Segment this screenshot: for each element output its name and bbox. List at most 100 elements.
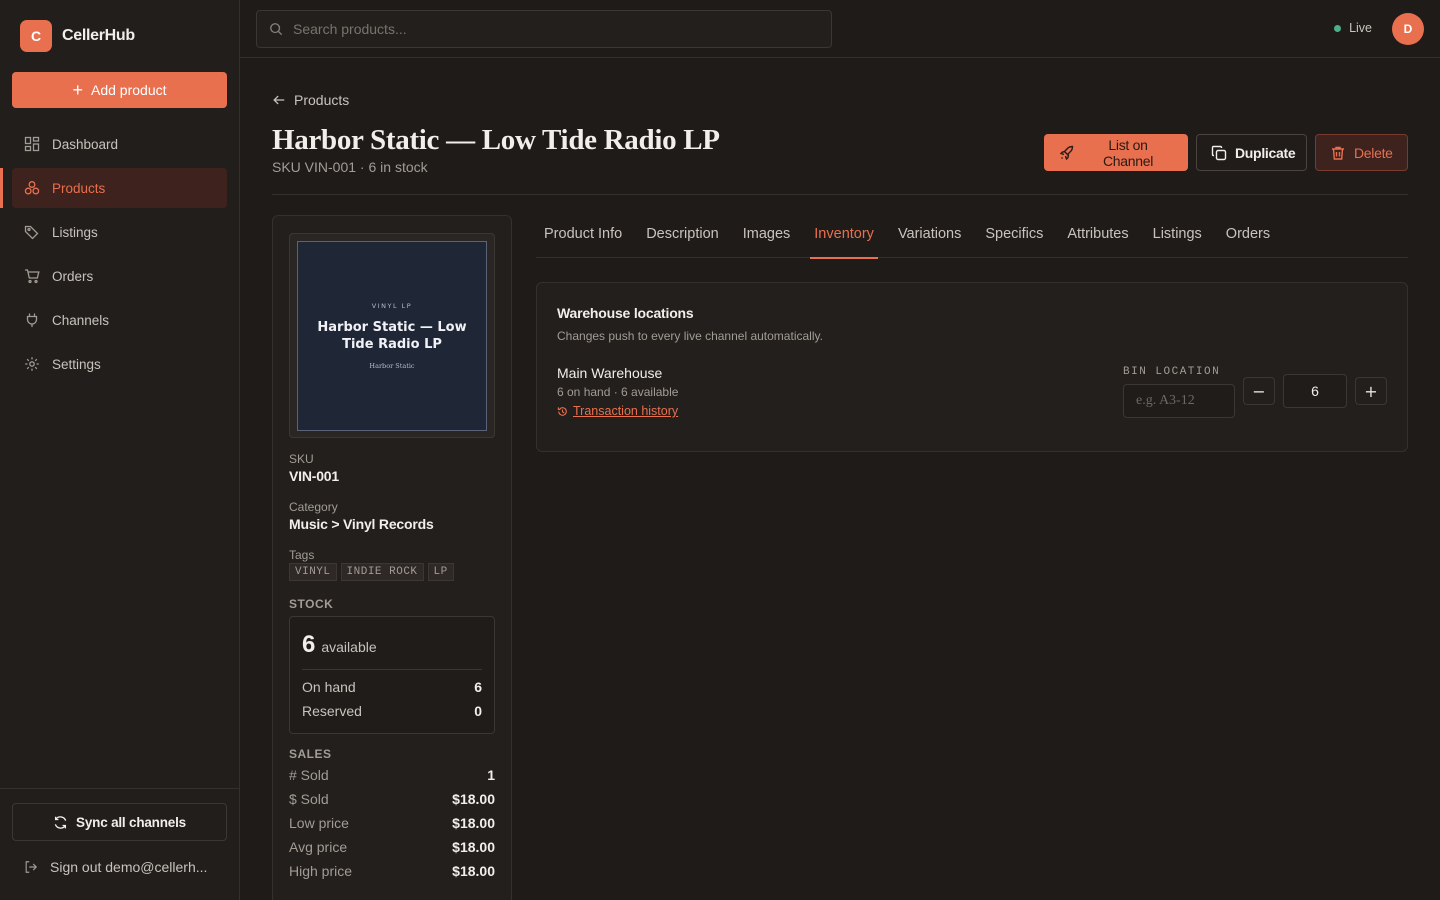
tags-label: Tags — [289, 548, 315, 562]
tab-specifics[interactable]: Specifics — [981, 216, 1047, 258]
sidebar-item-label: Products — [52, 180, 106, 196]
warehouse-name: Main Warehouse — [557, 365, 663, 381]
tab-product-info[interactable]: Product Info — [540, 216, 626, 258]
increment-button[interactable]: + — [1355, 377, 1387, 405]
tag-list: VINYL INDIE ROCK LP — [289, 563, 454, 581]
stock-available: 6 available — [302, 631, 377, 659]
product-tabs: Product Info Description Images Inventor… — [536, 216, 1408, 259]
dashboard-icon — [24, 136, 40, 152]
sales-row: Low price $18.00 — [289, 815, 495, 831]
sales-label: High price — [289, 863, 353, 879]
cart-icon — [25, 269, 40, 284]
duplicate-button[interactable]: Duplicate — [1196, 134, 1307, 171]
cover-title: Harbor Static — Low Tide Radio LP — [317, 320, 467, 352]
cover-kicker: VINYL LP — [371, 302, 413, 311]
search-input[interactable] — [293, 21, 813, 37]
transaction-history-link[interactable]: Transaction history — [557, 404, 678, 418]
quantity-stepper[interactable] — [1283, 374, 1347, 408]
topbar: Live D — [240, 0, 1440, 58]
stock-heading: STOCK — [289, 597, 334, 611]
stock-available-count: 6 — [302, 631, 316, 658]
tag-icon — [24, 225, 39, 240]
header-divider — [272, 194, 1408, 195]
reserved-label: Reserved — [302, 703, 362, 719]
status-label: Live — [1349, 21, 1372, 35]
sidebar-item-orders[interactable]: Orders — [12, 256, 227, 296]
sync-all-button[interactable]: Sync all channels — [12, 803, 227, 841]
category-value: Music > Vinyl Records — [289, 516, 434, 532]
sales-label: Avg price — [289, 839, 348, 855]
refresh-icon — [54, 815, 67, 829]
sidebar-item-label: Orders — [52, 268, 94, 284]
product-image-frame[interactable]: VINYL LP Harbor Static — Low Tide Radio … — [289, 233, 495, 438]
add-product-button[interactable]: + Add product — [12, 72, 227, 108]
duplicate-label: Duplicate — [1235, 144, 1296, 161]
rocket-icon — [1059, 145, 1074, 160]
back-label: Products — [294, 92, 350, 108]
search-icon — [270, 23, 283, 36]
sales-label: # Sold — [289, 767, 329, 783]
sales-row: $ Sold $18.00 — [289, 791, 495, 807]
sales-value: $18.00 — [452, 815, 495, 831]
brand-logo: C — [20, 20, 52, 52]
delete-button[interactable]: Delete — [1315, 134, 1408, 171]
sidebar-item-label: Listings — [52, 224, 98, 240]
sidebar-item-label: Settings — [52, 356, 101, 372]
sales-label: Low price — [289, 815, 349, 831]
product-cover-image: VINYL LP Harbor Static — Low Tide Radio … — [297, 241, 487, 431]
sales-row: Avg price $18.00 — [289, 839, 495, 855]
arrow-left-icon — [273, 95, 285, 105]
sign-out-link[interactable]: Sign out demo@cellerh... — [24, 859, 207, 875]
brand[interactable]: C CellerHub — [20, 20, 135, 52]
avatar[interactable]: D — [1392, 13, 1424, 45]
sales-value: 1 — [487, 767, 495, 783]
gear-icon — [25, 357, 39, 371]
sidebar-item-listings[interactable]: Listings — [12, 212, 227, 252]
stock-available-label: available — [321, 639, 377, 655]
sidebar-item-products[interactable]: Products — [12, 168, 227, 208]
tab-attributes[interactable]: Attributes — [1063, 216, 1132, 258]
stock-reserved-row: Reserved 0 — [302, 703, 482, 719]
sales-row: # Sold 1 — [289, 767, 495, 783]
on-hand-value: 6 — [474, 679, 482, 695]
bin-location-input[interactable] — [1123, 384, 1235, 418]
sidebar-item-settings[interactable]: Settings — [12, 344, 227, 384]
sign-out-icon — [25, 861, 38, 873]
copy-icon — [1211, 145, 1227, 160]
delete-label: Delete — [1354, 144, 1393, 161]
product-summary-card: VINYL LP Harbor Static — Low Tide Radio … — [272, 215, 512, 900]
sign-out-label: Sign out demo@cellerh... — [50, 859, 208, 875]
brand-name: CellerHub — [62, 27, 135, 44]
list-on-channel-label: List on Channel — [1102, 136, 1154, 169]
tab-inventory[interactable]: Inventory — [810, 216, 878, 259]
reserved-value: 0 — [474, 703, 482, 719]
stock-divider — [302, 669, 482, 670]
sidebar-item-dashboard[interactable]: Dashboard — [12, 124, 227, 164]
warehouse-card-subtitle: Changes push to every live channel autom… — [557, 329, 823, 343]
sidebar-item-label: Channels — [52, 312, 110, 328]
plus-icon: + — [72, 80, 83, 100]
search-box[interactable] — [256, 10, 832, 48]
sidebar: C CellerHub + Add product Dashboard Prod… — [0, 0, 240, 900]
tab-description[interactable]: Description — [642, 216, 723, 258]
decrement-button[interactable]: − — [1243, 377, 1275, 405]
sales-heading: SALES — [289, 747, 332, 761]
live-status: Live — [1334, 21, 1372, 35]
sales-value: $18.00 — [452, 839, 495, 855]
header-actions: List on Channel Duplicate Delete — [1044, 134, 1408, 171]
sales-value: $18.00 — [452, 791, 495, 807]
tab-images[interactable]: Images — [739, 216, 795, 258]
tag-chip: INDIE ROCK — [340, 563, 424, 581]
transaction-history-label: Transaction history — [573, 404, 679, 418]
trash-icon — [1332, 146, 1344, 160]
sidebar-item-channels[interactable]: Channels — [12, 300, 227, 340]
sync-all-label: Sync all channels — [76, 814, 186, 830]
tab-variations[interactable]: Variations — [894, 216, 965, 258]
back-to-products-link[interactable]: Products — [272, 92, 349, 108]
history-icon — [557, 406, 567, 416]
page-subtitle: SKU VIN-001 · 6 in stock — [272, 159, 428, 175]
list-on-channel-button[interactable]: List on Channel — [1044, 134, 1188, 171]
tab-orders[interactable]: Orders — [1222, 216, 1274, 258]
tab-listings[interactable]: Listings — [1149, 216, 1206, 258]
sku-label: SKU — [289, 452, 314, 466]
